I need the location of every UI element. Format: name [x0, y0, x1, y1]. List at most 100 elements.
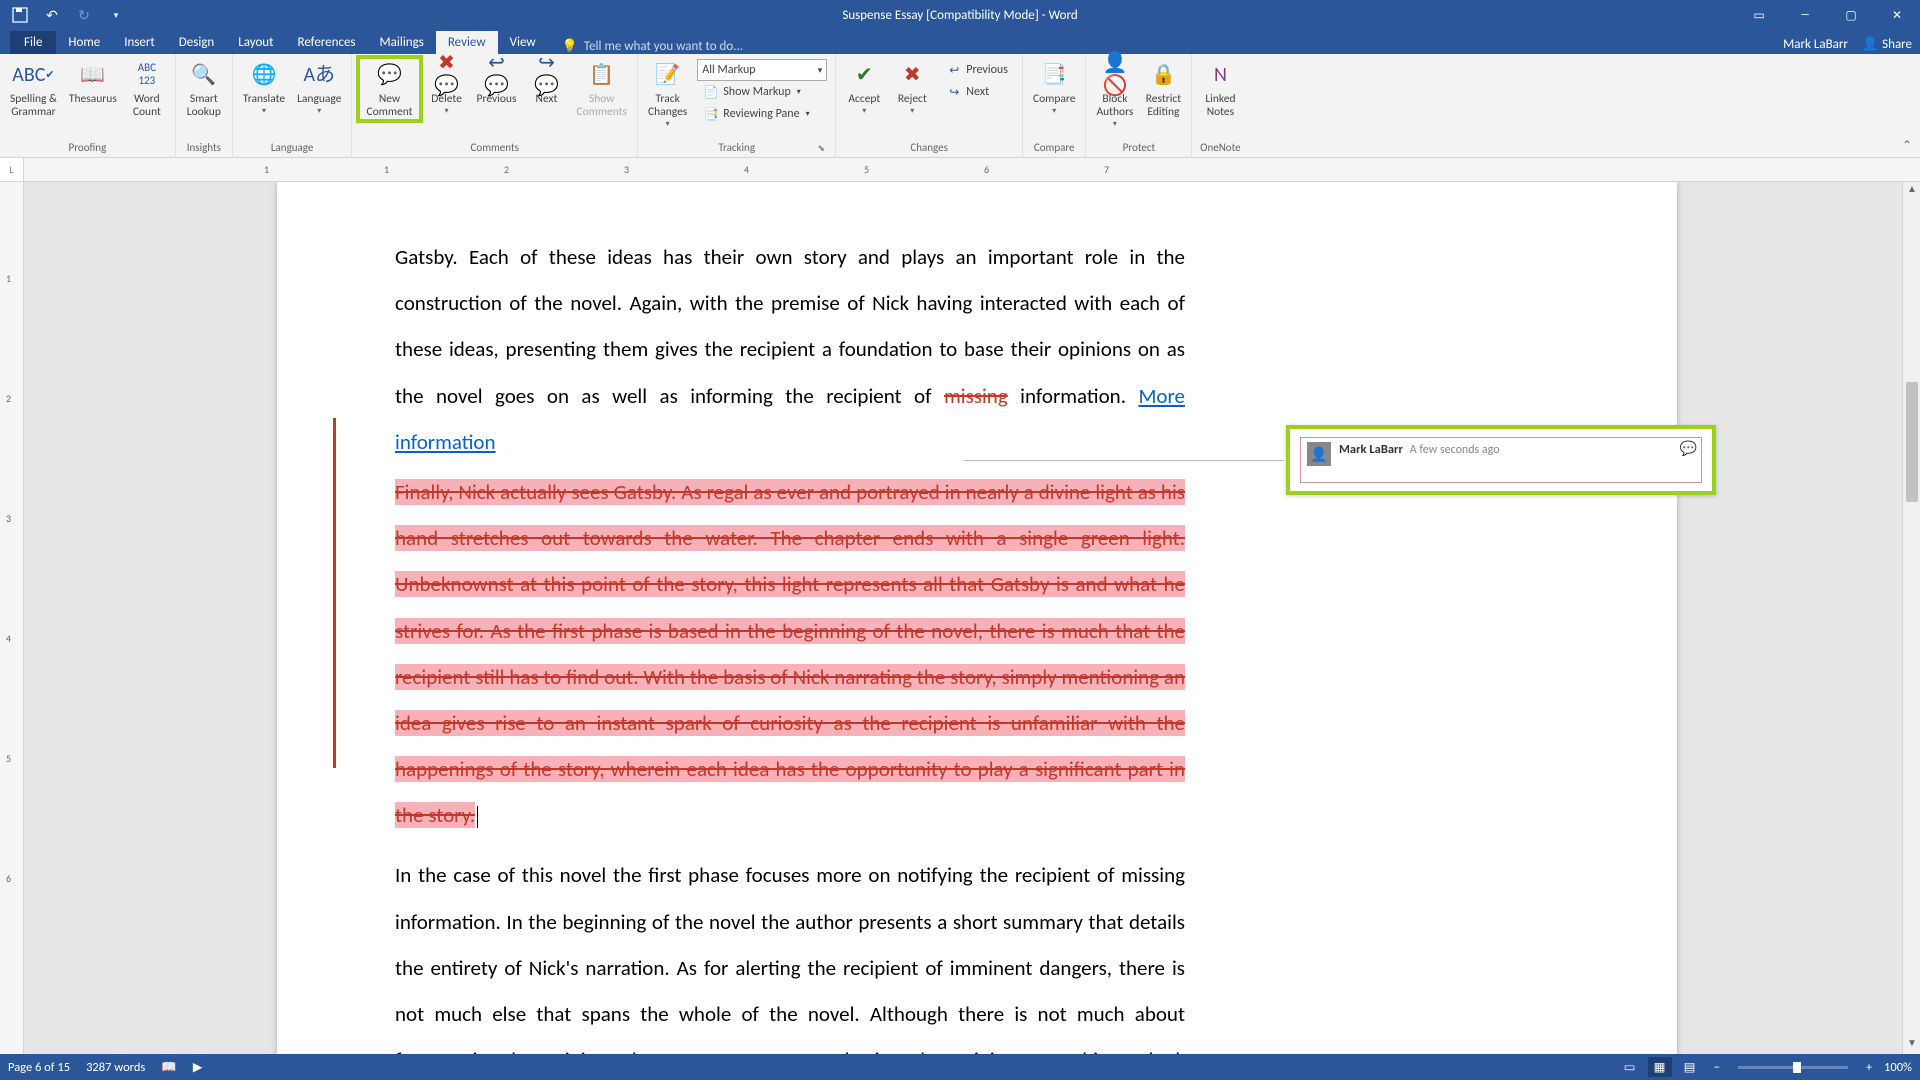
- onenote-icon: N: [1204, 59, 1236, 91]
- quick-access-toolbar: ↶ ↻ ▾: [0, 3, 128, 27]
- tracking-dialog-launcher[interactable]: ⬊: [815, 143, 827, 155]
- next-comment-button[interactable]: ↪💬Next: [524, 57, 568, 108]
- zoom-out-button[interactable]: −: [1708, 1060, 1726, 1075]
- close-icon[interactable]: ✕: [1874, 0, 1920, 30]
- tell-me-search[interactable]: 💡 Tell me what you want to do...: [548, 39, 743, 54]
- window-controls: ▭ ― ▢ ✕: [1736, 0, 1920, 30]
- lightbulb-icon: 💡: [562, 39, 578, 54]
- accept-button[interactable]: ✔Accept▾: [842, 57, 886, 118]
- thesaurus-button[interactable]: 📖Thesaurus: [65, 57, 121, 108]
- scroll-thumb[interactable]: [1906, 382, 1918, 502]
- save-icon[interactable]: [8, 3, 32, 27]
- previous-change-button[interactable]: ↩Previous: [940, 59, 1014, 81]
- group-label-language: Language: [239, 139, 346, 157]
- maximize-icon[interactable]: ▢: [1828, 0, 1874, 30]
- signed-in-user[interactable]: Mark LaBarr: [1783, 37, 1848, 52]
- tab-home[interactable]: Home: [56, 31, 112, 54]
- zoom-slider-thumb[interactable]: [1793, 1062, 1801, 1073]
- tab-references[interactable]: References: [286, 31, 368, 54]
- page-number-status[interactable]: Page 6 of 15: [8, 1060, 70, 1075]
- print-layout-view-icon[interactable]: ▦: [1648, 1057, 1672, 1077]
- title-bar: ↶ ↻ ▾ Suspense Essay [Compatibility Mode…: [0, 0, 1920, 30]
- comment-balloon[interactable]: 👤 Mark LaBarr A few seconds ago 💬: [1286, 425, 1716, 495]
- window-title: Suspense Essay [Compatibility Mode] - Wo…: [842, 8, 1077, 23]
- ribbon-display-icon[interactable]: ▭: [1736, 0, 1782, 30]
- tab-file[interactable]: File: [10, 31, 56, 54]
- text-cursor: [477, 806, 478, 828]
- new-comment-button[interactable]: 💬New Comment: [358, 57, 420, 121]
- undo-icon[interactable]: ↶: [40, 3, 64, 27]
- comment-author: Mark LaBarr: [1339, 442, 1403, 457]
- show-markup-icon: 📄: [703, 84, 719, 100]
- next-comment-icon: ↪💬: [530, 59, 562, 91]
- document-page[interactable]: Gatsby. Each of these ideas has their ow…: [277, 182, 1677, 1054]
- status-bar: Page 6 of 15 3287 words 📖 ▶ ▭ ▦ ▤ − + 10…: [0, 1054, 1920, 1080]
- group-tracking: 📝Track Changes▾ All Markup▾ 📄Show Markup…: [638, 54, 836, 157]
- group-label-comments: Comments: [358, 139, 631, 157]
- show-comments-icon: 📋: [586, 59, 618, 91]
- block-authors-icon: 👤🚫: [1099, 59, 1131, 91]
- previous-comment-button[interactable]: ↩💬Previous: [473, 57, 521, 108]
- block-authors-button[interactable]: 👤🚫Block Authors▾: [1092, 57, 1137, 132]
- ribbon-tabs: File Home Insert Design Layout Reference…: [0, 30, 1920, 54]
- reject-button[interactable]: ✖Reject▾: [890, 57, 934, 118]
- page-scroll[interactable]: Gatsby. Each of these ideas has their ow…: [24, 182, 1920, 1054]
- collapse-ribbon-icon[interactable]: ⌃: [1902, 138, 1912, 153]
- tab-layout[interactable]: Layout: [226, 31, 285, 54]
- tab-design[interactable]: Design: [167, 31, 226, 54]
- track-changes-button[interactable]: 📝Track Changes▾: [644, 57, 691, 132]
- document-body[interactable]: Gatsby. Each of these ideas has their ow…: [395, 234, 1185, 1054]
- delete-comment-button[interactable]: ✖💬Delete▾: [425, 57, 469, 118]
- zoom-in-button[interactable]: +: [1860, 1060, 1878, 1075]
- scroll-down-icon[interactable]: ▼: [1903, 1036, 1920, 1054]
- group-comments: 💬New Comment ✖💬Delete▾ ↩💬Previous ↪💬Next…: [352, 54, 638, 157]
- comment-text-input[interactable]: [1339, 459, 1679, 475]
- zoom-slider[interactable]: [1738, 1066, 1848, 1069]
- web-layout-view-icon[interactable]: ▤: [1678, 1057, 1702, 1077]
- markup-display-combo[interactable]: All Markup▾: [697, 59, 827, 81]
- translate-icon: 🌐: [248, 59, 280, 91]
- reply-icon[interactable]: 💬: [1680, 440, 1697, 457]
- smart-lookup-button[interactable]: 🔍Smart Lookup: [182, 57, 226, 121]
- language-icon: Aあ: [303, 59, 335, 91]
- redo-icon[interactable]: ↻: [72, 3, 96, 27]
- compare-button[interactable]: 📑Compare▾: [1029, 57, 1080, 118]
- reviewing-pane-button[interactable]: 📑Reviewing Pane▾: [697, 103, 827, 125]
- deleted-word: missing: [944, 383, 1008, 409]
- horizontal-ruler[interactable]: L 1 1 2 3 4 5 6 7: [0, 158, 1920, 182]
- show-markup-button[interactable]: 📄Show Markup▾: [697, 81, 827, 103]
- paragraph[interactable]: In the case of this novel the first phas…: [395, 852, 1185, 1054]
- minimize-icon[interactable]: ―: [1782, 0, 1828, 30]
- body-text: information.: [1008, 383, 1139, 409]
- group-label-tracking: Tracking⬊: [644, 139, 829, 157]
- deleted-paragraph[interactable]: Finally, Nick actually sees Gatsby. As r…: [395, 469, 1185, 839]
- restrict-editing-button[interactable]: 🔒Restrict Editing: [1141, 57, 1185, 121]
- vertical-ruler[interactable]: 1 2 3 4 5 6: [0, 182, 24, 1054]
- zoom-level[interactable]: 100%: [1884, 1060, 1912, 1075]
- share-button[interactable]: 👤 Share: [1862, 37, 1912, 52]
- share-icon: 👤: [1862, 37, 1878, 52]
- accept-icon: ✔: [848, 59, 880, 91]
- word-count-status[interactable]: 3287 words: [86, 1060, 145, 1075]
- word-count-button[interactable]: ABC123Word Count: [125, 57, 169, 121]
- translate-button[interactable]: 🌐Translate▾: [239, 57, 289, 118]
- spelling-grammar-button[interactable]: ABC✔Spelling & Grammar: [6, 57, 61, 121]
- linked-notes-button[interactable]: NLinked Notes: [1198, 57, 1242, 121]
- vertical-scrollbar[interactable]: ▲ ▼: [1902, 182, 1920, 1054]
- tab-selector[interactable]: L: [0, 158, 24, 181]
- read-mode-view-icon[interactable]: ▭: [1618, 1057, 1642, 1077]
- scroll-up-icon[interactable]: ▲: [1903, 182, 1920, 200]
- qat-more-icon[interactable]: ▾: [104, 3, 128, 27]
- markup-value: All Markup: [702, 63, 755, 77]
- paragraph[interactable]: Gatsby. Each of these ideas has their ow…: [395, 234, 1185, 465]
- macro-status-icon[interactable]: ▶: [193, 1059, 203, 1075]
- group-compare: 📑Compare▾ Compare: [1023, 54, 1087, 157]
- group-changes: ✔Accept▾ ✖Reject▾ ↩Previous ↪Next Change…: [836, 54, 1023, 157]
- language-button[interactable]: AあLanguage▾: [293, 57, 345, 118]
- spell-check-status-icon[interactable]: 📖: [161, 1060, 177, 1075]
- next-change-button[interactable]: ↪Next: [940, 81, 1014, 103]
- tab-mailings[interactable]: Mailings: [368, 31, 436, 54]
- group-onenote: NLinked Notes OneNote: [1192, 54, 1248, 157]
- tab-insert[interactable]: Insert: [112, 31, 167, 54]
- previous-change-icon: ↩: [946, 62, 962, 78]
